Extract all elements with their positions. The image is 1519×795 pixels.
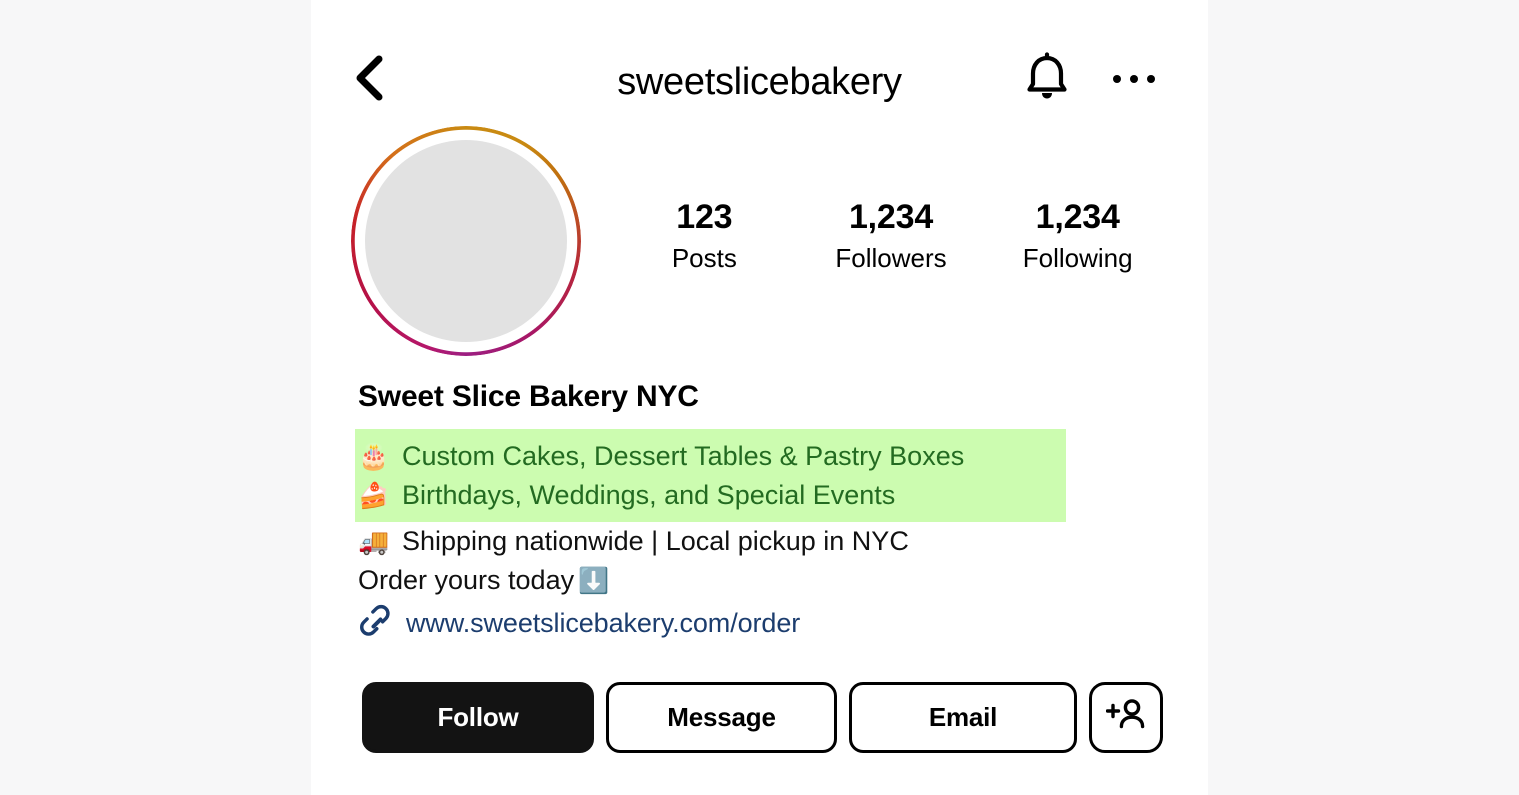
user-plus-icon [1105, 697, 1146, 738]
top-navigation-bar: sweetslicebakery [311, 0, 1208, 126]
avatar[interactable] [351, 126, 581, 356]
bio-section: Sweet Slice Bakery NYC 🎂 Custom Cakes, De… [355, 375, 1178, 600]
bio-line-shipping-text: Shipping nationwide | Local pickup in NY… [402, 526, 909, 556]
message-button[interactable]: Message [606, 682, 837, 753]
stat-followers-label: Followers [835, 243, 947, 273]
bell-icon [1024, 51, 1070, 107]
bio-text: 🎂 Custom Cakes, Dessert Tables & Pastry B… [355, 429, 1178, 600]
stat-following[interactable]: 1,234 Following [984, 196, 1171, 276]
more-options-button[interactable] [1104, 48, 1164, 110]
stat-posts-value: 123 [676, 198, 733, 236]
profile-panel: sweetslicebakery 123 Posts 1,234 Followe… [311, 0, 1208, 795]
delivery-truck-icon: 🚚 [358, 528, 390, 556]
external-link-url: www.sweetslicebakery.com/order [406, 608, 801, 638]
profile-stats: 123 Posts 1,234 Followers 1,234 Followin… [611, 196, 1171, 276]
cake-slice-icon: 🍰 [358, 482, 390, 510]
bio-line-order-text: Order yours today [358, 565, 575, 595]
bio-line-highlighted-1-text: Custom Cakes, Dessert Tables & Pastry Bo… [402, 441, 965, 471]
email-button[interactable]: Email [849, 682, 1077, 753]
more-horizontal-icon [1113, 75, 1155, 83]
profile-action-buttons: Follow Message Email [362, 682, 1163, 753]
profile-picture [365, 140, 567, 342]
bio-highlighted-selection: 🎂 Custom Cakes, Dessert Tables & Pastry B… [355, 429, 1066, 522]
stat-followers-value: 1,234 [848, 198, 934, 236]
instagram-profile-screen: sweetslicebakery 123 Posts 1,234 Followe… [0, 0, 1519, 795]
down-arrow-icon: ⬇️ [578, 567, 610, 595]
bio-line-highlighted-2-text: Birthdays, Weddings, and Special Events [402, 480, 896, 510]
birthday-cake-icon: 🎂 [358, 443, 390, 471]
external-link[interactable]: www.sweetslicebakery.com/order [358, 603, 800, 643]
bio-line-highlighted-1: 🎂 Custom Cakes, Dessert Tables & Pastry B… [358, 437, 1066, 476]
bio-line-order: Order yours today ⬇️ [358, 561, 1178, 600]
bio-line-highlighted-2: 🍰 Birthdays, Weddings, and Special Events [358, 476, 1066, 515]
stat-posts[interactable]: 123 Posts [611, 196, 798, 276]
stat-followers[interactable]: 1,234 Followers [798, 196, 985, 276]
stat-following-label: Following [1022, 243, 1133, 273]
link-icon [358, 604, 406, 642]
bio-line-shipping: 🚚 Shipping nationwide | Local pickup in N… [358, 522, 1178, 561]
stat-following-value: 1,234 [1035, 198, 1120, 236]
add-person-button[interactable] [1089, 682, 1163, 753]
notifications-button[interactable] [1017, 48, 1077, 110]
display-name: Sweet Slice Bakery NYC [358, 380, 699, 413]
stat-posts-label: Posts [671, 243, 737, 273]
follow-button[interactable]: Follow [362, 682, 594, 753]
